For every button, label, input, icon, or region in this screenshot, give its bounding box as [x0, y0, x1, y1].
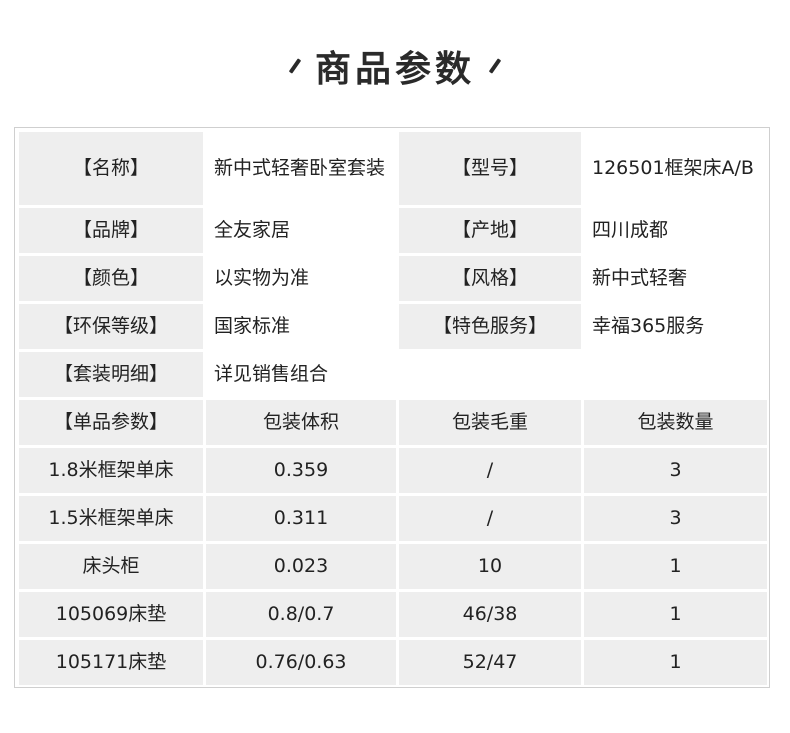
style-label: 【风格】 — [399, 256, 581, 301]
service-value: 幸福365服务 — [584, 304, 767, 349]
table-row-quantity: 3 — [584, 496, 767, 541]
table-row-quantity: 3 — [584, 448, 767, 493]
table-row-quantity: 1 — [584, 544, 767, 589]
model-label: 【型号】 — [399, 132, 581, 205]
table-row-weight: 52/47 — [399, 640, 581, 685]
table-row-volume: 0.311 — [206, 496, 396, 541]
table-row-item: 床头柜 — [19, 544, 203, 589]
origin-value: 四川成都 — [584, 208, 767, 253]
table-row-weight: 10 — [399, 544, 581, 589]
title-bar: 商品参数 — [0, 38, 790, 94]
name-label: 【名称】 — [19, 132, 203, 205]
service-label: 【特色服务】 — [399, 304, 581, 349]
table-row-volume: 0.023 — [206, 544, 396, 589]
table-row-weight: 46/38 — [399, 592, 581, 637]
table-row-item: 105069床垫 — [19, 592, 203, 637]
table-row-quantity: 1 — [584, 592, 767, 637]
brand-value: 全友家居 — [206, 208, 396, 253]
set-label: 【套装明细】 — [19, 352, 203, 397]
table-row-volume: 0.76/0.63 — [206, 640, 396, 685]
table-row-item: 105171床垫 — [19, 640, 203, 685]
table-row-item: 1.5米框架单床 — [19, 496, 203, 541]
page-title: 商品参数 — [314, 48, 475, 90]
color-value: 以实物为准 — [206, 256, 396, 301]
set-value: 详见销售组合 — [206, 352, 767, 397]
table-row-item: 1.8米框架单床 — [19, 448, 203, 493]
table-row-weight: / — [399, 496, 581, 541]
params-header-weight: 包装毛重 — [399, 400, 581, 445]
eco-label: 【环保等级】 — [19, 304, 203, 349]
name-value: 新中式轻奢卧室套装 — [206, 132, 396, 205]
params-header-volume: 包装体积 — [206, 400, 396, 445]
product-params-table: 【名称】 新中式轻奢卧室套装 【型号】 126501框架床A/B 【品牌】 全友… — [14, 127, 770, 688]
table-row-volume: 0.359 — [206, 448, 396, 493]
table-row-quantity: 1 — [584, 640, 767, 685]
brand-label: 【品牌】 — [19, 208, 203, 253]
model-value: 126501框架床A/B — [584, 132, 767, 205]
table-row-weight: / — [399, 448, 581, 493]
style-value: 新中式轻奢 — [584, 256, 767, 301]
slash-decoration-left — [288, 58, 302, 74]
eco-value: 国家标准 — [206, 304, 396, 349]
origin-label: 【产地】 — [399, 208, 581, 253]
slash-decoration-right — [488, 58, 502, 74]
params-header-quantity: 包装数量 — [584, 400, 767, 445]
params-header-item: 【单品参数】 — [19, 400, 203, 445]
table-row-volume: 0.8/0.7 — [206, 592, 396, 637]
color-label: 【颜色】 — [19, 256, 203, 301]
